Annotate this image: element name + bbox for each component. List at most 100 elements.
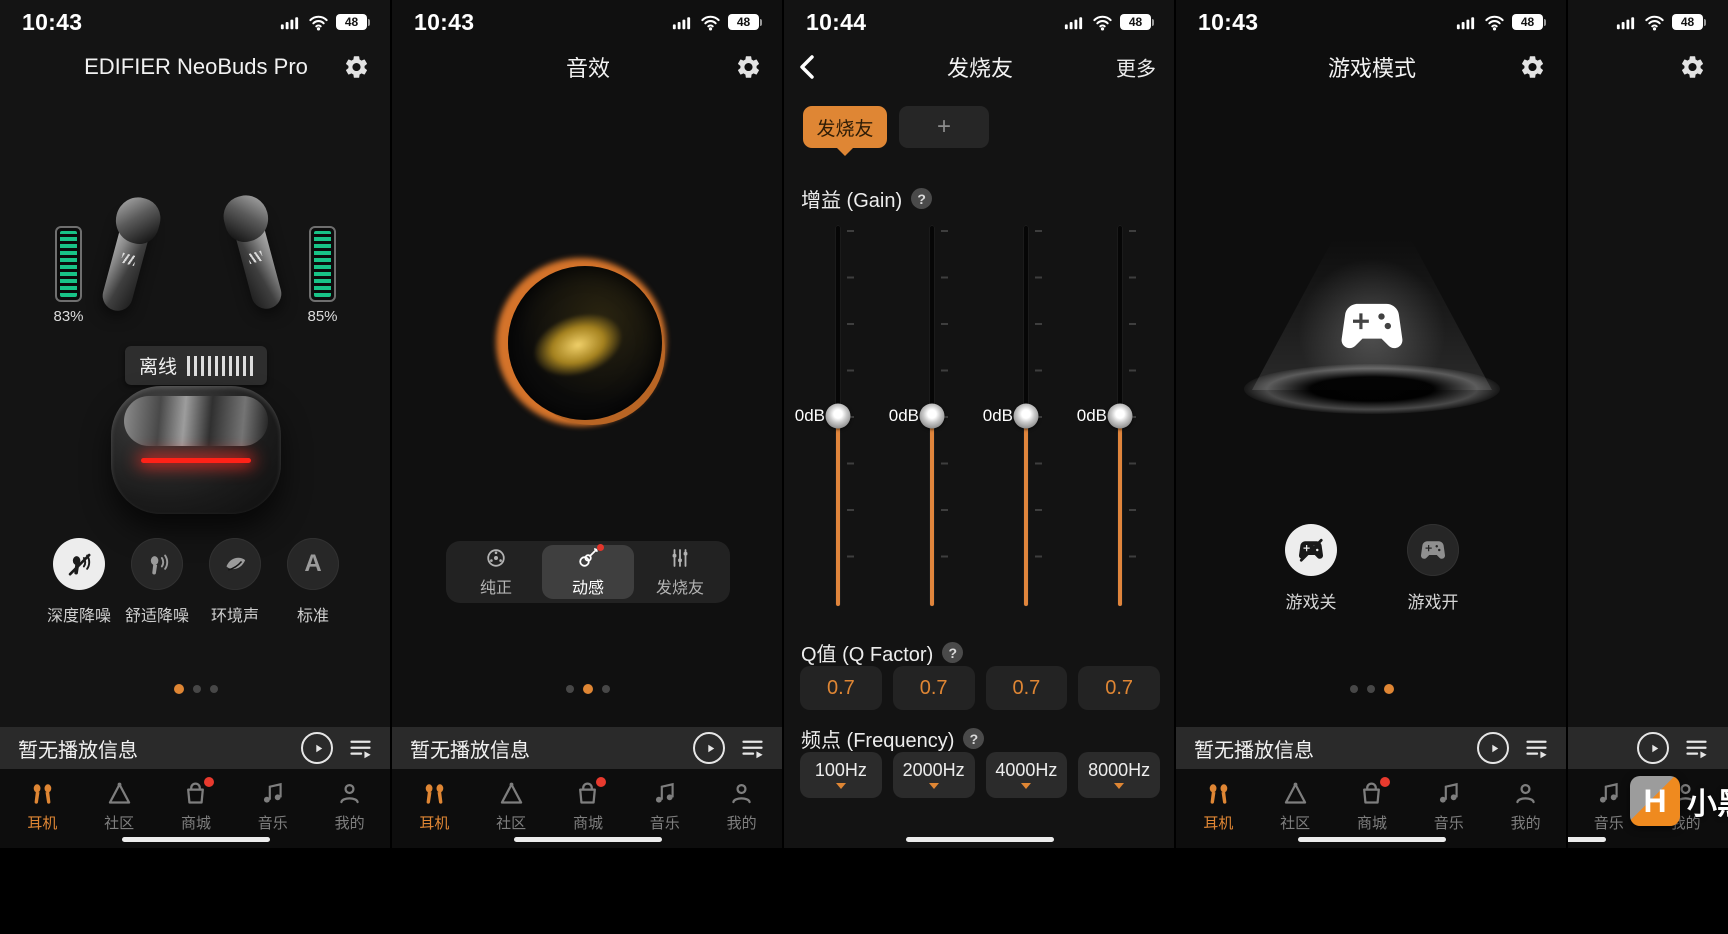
eq-preset-tab-active[interactable]: 发烧友: [803, 106, 887, 148]
play-button[interactable]: [301, 732, 333, 764]
left-earbud-image: [99, 207, 155, 315]
page-dot: [566, 685, 574, 693]
slider-handle[interactable]: [1013, 403, 1039, 429]
gain-value: 0dB: [982, 406, 1013, 425]
dropdown-caret-icon: [1114, 783, 1125, 789]
battery-icon: 48: [1512, 14, 1546, 30]
help-icon[interactable]: ?: [942, 642, 964, 663]
right-earbud-battery-percent: 85%: [307, 308, 338, 325]
slider-handle[interactable]: [919, 403, 945, 429]
tab-label: 耳机: [419, 815, 450, 832]
settings-gear-icon[interactable]: [343, 54, 370, 81]
play-button[interactable]: [1637, 732, 1669, 764]
heybox-watermark: H 小黑盒: [1630, 776, 1728, 826]
settings-gear-icon[interactable]: [1519, 54, 1546, 81]
frequency-dropdown[interactable]: 4000Hz: [985, 752, 1068, 798]
frequency-row: 100Hz 2000Hz 4000Hz 8000Hz: [800, 752, 1160, 798]
frequency-dropdown[interactable]: 2000Hz: [892, 752, 975, 798]
tab-label: 我的: [726, 815, 757, 832]
home-indicator[interactable]: [906, 837, 1054, 842]
person-icon: [336, 780, 363, 807]
battery-meter-fill: [60, 231, 77, 297]
page-title: 游戏模式: [1327, 56, 1416, 81]
deep-anc-icon: [53, 538, 105, 590]
tab-label: 商城: [180, 815, 211, 832]
home-indicator[interactable]: [1568, 837, 1606, 842]
tab-profile[interactable]: 我的: [1493, 780, 1559, 848]
q-factor-row: 0.7 0.7 0.7 0.7: [800, 666, 1160, 710]
preset-dynamic[interactable]: 动感: [542, 544, 634, 599]
playlist-icon[interactable]: [1523, 735, 1550, 762]
home-indicator[interactable]: [1298, 837, 1446, 842]
page-title: 发烧友: [946, 56, 1013, 81]
store-bag-icon: [182, 777, 215, 807]
preset-pure[interactable]: 纯正: [450, 545, 542, 599]
q-factor-button[interactable]: 0.7: [892, 666, 975, 710]
case-status-stripes: [187, 355, 254, 376]
cellular-signal-icon: [278, 11, 301, 34]
slider-handle[interactable]: [1107, 403, 1133, 429]
game-mode-on-button[interactable]: 游戏开: [1392, 524, 1474, 613]
status-bar: 48: [1568, 0, 1728, 44]
tab-earphones[interactable]: 耳机: [401, 780, 467, 848]
right-earbud-battery-meter: 85%: [307, 226, 338, 325]
playlist-icon[interactable]: [739, 735, 766, 762]
tab-label: 商城: [1356, 815, 1387, 832]
home-indicator[interactable]: [122, 837, 270, 842]
letter-a-glyph: A: [304, 550, 322, 577]
mode-standard[interactable]: A 标准: [274, 538, 352, 626]
frequency-dropdown[interactable]: 100Hz: [800, 752, 882, 798]
gain-value: 0dB: [888, 406, 919, 425]
battery-level: 48: [1120, 14, 1151, 30]
home-indicator[interactable]: [514, 837, 662, 842]
status-bar: 10:43 48: [1176, 0, 1566, 44]
page-dot: [1367, 685, 1375, 693]
q-factor-button[interactable]: 0.7: [1078, 666, 1160, 710]
screen-device-home: 10:43 48 EDIFIER NeoBuds Pro 83% 85% 离线: [0, 0, 392, 848]
page-dots: [1176, 684, 1566, 694]
person-icon: [1512, 780, 1539, 807]
tab-profile[interactable]: 我的: [709, 780, 775, 848]
slider-handle[interactable]: [825, 403, 851, 429]
status-icons: 48: [1454, 11, 1546, 34]
left-earbud-battery-meter: 83%: [53, 226, 84, 325]
frequency-dropdown[interactable]: 8000Hz: [1078, 752, 1160, 798]
add-preset-button[interactable]: +: [899, 106, 989, 148]
gain-slider-2: 0dB: [885, 226, 979, 606]
mode-comfort-anc[interactable]: 舒适降噪: [118, 538, 196, 626]
playlist-icon[interactable]: [1683, 735, 1710, 762]
game-mode-off-button[interactable]: 游戏关: [1270, 524, 1352, 613]
help-icon[interactable]: ?: [911, 188, 933, 209]
gamepad-off-icon: [1285, 524, 1337, 576]
gain-sliders: 0dB 0dB 0dB 0dB: [791, 226, 1167, 606]
tab-earphones[interactable]: 耳机: [9, 780, 75, 848]
earphones-icon: [1205, 780, 1232, 807]
battery-icon: 48: [1672, 14, 1706, 30]
more-button[interactable]: 更多: [1116, 53, 1156, 82]
play-button[interactable]: [1477, 732, 1509, 764]
q-factor-button[interactable]: 0.7: [800, 666, 882, 710]
community-icon: [498, 780, 525, 807]
tab-label: 音乐: [1593, 815, 1624, 832]
playlist-icon[interactable]: [347, 735, 374, 762]
mode-ambient[interactable]: 环境声: [196, 538, 274, 626]
q-factor-button[interactable]: 0.7: [985, 666, 1068, 710]
game-mode-toggle-row: 游戏关 游戏开: [1176, 524, 1566, 613]
mode-label: 舒适降噪: [124, 608, 189, 625]
earphones-icon: [29, 780, 56, 807]
preset-audiophile[interactable]: 发烧友: [634, 545, 726, 599]
play-button[interactable]: [693, 732, 725, 764]
tab-profile[interactable]: 我的: [317, 780, 383, 848]
tab-earphones[interactable]: 耳机: [1185, 780, 1251, 848]
help-icon[interactable]: ?: [963, 728, 985, 749]
settings-gear-icon[interactable]: [735, 54, 762, 81]
clock: 10:44: [806, 8, 867, 35]
settings-gear-icon[interactable]: [1679, 54, 1706, 81]
battery-icon: 48: [336, 14, 370, 30]
back-chevron-icon[interactable]: [792, 51, 824, 83]
frequency-value: 2000Hz: [902, 760, 965, 780]
mode-deep-anc[interactable]: 深度降噪: [40, 538, 118, 626]
page-header: [1568, 44, 1728, 90]
q-factor-section-label: Q值 (Q Factor) ?: [801, 638, 964, 667]
tab-label: 音乐: [257, 815, 288, 832]
